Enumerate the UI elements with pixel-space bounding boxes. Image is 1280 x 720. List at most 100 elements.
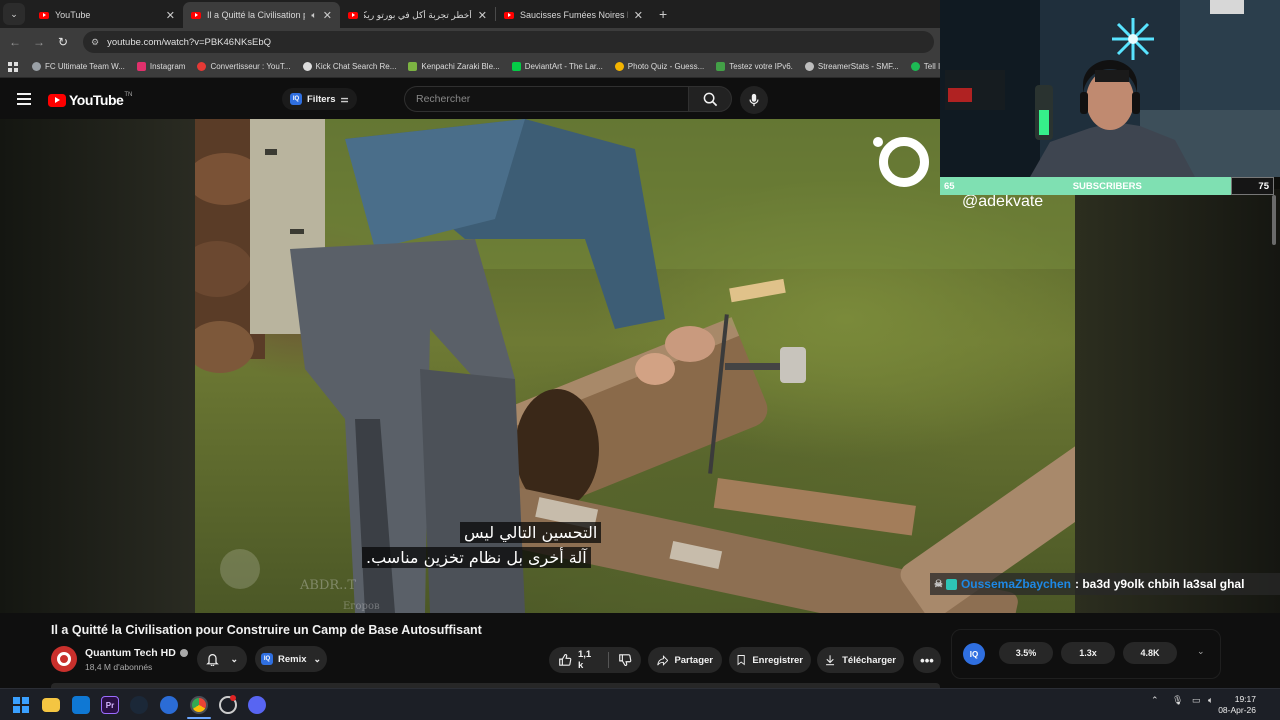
bookmark-label: Photo Quiz - Guess... (627, 62, 705, 71)
remix-button[interactable]: IQ Remix ⌄ (255, 646, 327, 672)
download-label: Télécharger (842, 654, 896, 666)
apps-grid-icon[interactable] (8, 61, 18, 72)
search-placeholder: Rechercher (416, 93, 471, 105)
premiere-pro-icon[interactable]: Pr (101, 696, 119, 714)
bookmark-ipv6[interactable]: Testez votre IPv6. (716, 62, 793, 71)
stat-pill-ratio: 1.3x (1061, 642, 1115, 664)
tray-volume-icon[interactable]: 🔈︎ (1208, 695, 1213, 706)
discord-icon[interactable] (248, 696, 266, 714)
close-tab-icon[interactable]: ✕ (478, 9, 487, 22)
chevron-down-icon[interactable]: ⌄ (1197, 646, 1205, 657)
thumbs-up-icon (559, 654, 572, 666)
url-field[interactable]: ⚙︎ youtube.com/watch?v=PBK46NKsEbQ (83, 31, 934, 53)
remix-label: Remix (278, 653, 307, 665)
steam-icon[interactable] (130, 696, 148, 714)
windows-start-icon[interactable] (13, 697, 29, 713)
browser-tab-saucisses[interactable]: Saucisses Fumées Noires Bushi ✕ (496, 2, 651, 28)
notification-bell-button[interactable]: ⌄ (197, 646, 247, 672)
site-settings-icon[interactable]: ⚙︎ (91, 37, 99, 48)
microphone-icon (749, 93, 759, 107)
system-clock[interactable]: 19:17 08-Apr-26 (1218, 694, 1256, 716)
browser-tab-youtube[interactable]: YouTube ✕ (31, 2, 183, 28)
hamburger-menu-icon[interactable] (17, 93, 31, 108)
bookmark-label: Instagram (149, 62, 186, 71)
subscriber-goal-bar: 65 SUBSCRIBERS 75 (940, 177, 1274, 195)
youtube-favicon-icon (191, 11, 201, 19)
chat-username: OussemaZbaychen (960, 577, 1072, 591)
youtube-favicon-icon (39, 11, 49, 19)
download-button[interactable]: Télécharger (817, 647, 904, 673)
speaker-audio-icon[interactable]: 🔈︎ (311, 10, 316, 21)
region-code: TN (124, 92, 133, 98)
save-button[interactable]: Enregistrer (729, 647, 811, 673)
youtube-logo[interactable]: YouTube TN (48, 92, 132, 108)
page-scrollbar-thumb[interactable] (1272, 195, 1276, 245)
stat-value: 4.8K (1140, 648, 1160, 658)
tab-search-chevron-icon[interactable]: ⌄ (3, 3, 25, 25)
channel-avatar[interactable] (51, 646, 77, 672)
voice-search-button[interactable] (740, 86, 768, 114)
bookmark-label: StreamerStats - SMF... (817, 62, 899, 71)
convert-icon (197, 62, 207, 71)
bookmark-photo-quiz[interactable]: Photo Quiz - Guess... (614, 62, 705, 71)
active-app-indicator (187, 717, 211, 719)
close-tab-icon[interactable]: ✕ (323, 9, 332, 22)
tray-display-icon[interactable]: ▭ (1192, 695, 1201, 706)
share-button[interactable]: Partager (648, 647, 722, 673)
channel-name-link[interactable]: Quantum Tech HD (85, 647, 188, 659)
forward-arrow-icon[interactable]: → (27, 35, 51, 49)
youtube-favicon-icon (504, 11, 514, 19)
svg-text:Егоров: Егоров (343, 601, 380, 612)
bookmark-tell-it[interactable]: Tell It (910, 62, 940, 71)
bookmark-streamerstats[interactable]: StreamerStats - SMF... (804, 62, 899, 71)
tab-title: Il a Quitté la Civilisation po (207, 10, 306, 20)
file-explorer-icon[interactable] (42, 698, 60, 712)
globe-icon (302, 62, 312, 71)
channel-q-watermark-icon (879, 137, 929, 187)
tray-microphone-icon[interactable]: 🎙︎ (1172, 695, 1183, 706)
bookmark-fc-ultimate[interactable]: FC Ultimate Team W... (32, 62, 125, 71)
clock-time: 19:17 (1234, 694, 1256, 704)
browser-tab-active-video[interactable]: Il a Quitté la Civilisation po 🔈︎ ✕ (183, 2, 340, 28)
url-text: youtube.com/watch?v=PBK46NKsEbQ (107, 36, 272, 48)
bookmark-label: Kick Chat Search Re... (315, 62, 397, 71)
verified-badge-icon (179, 649, 188, 657)
outlook-icon[interactable] (72, 696, 90, 714)
youtube-masthead: YouTube TN IQ Filters ⚌ Rechercher (0, 79, 940, 119)
deviantart-icon (511, 62, 521, 71)
close-tab-icon[interactable]: ✕ (166, 9, 175, 22)
video-blurred-left-edge (0, 119, 195, 613)
search-input[interactable]: Rechercher (404, 86, 689, 112)
tray-overflow-chevron-icon[interactable]: ⌃ (1151, 695, 1159, 706)
filters-label: Filters (307, 93, 336, 105)
subscriber-goal-remaining: 75 (1230, 177, 1274, 195)
new-tab-plus-icon[interactable]: + (659, 6, 667, 22)
bookmark-instagram[interactable]: Instagram (136, 62, 186, 71)
leaf-icon (408, 62, 418, 71)
like-dislike-group: 1,1 k (549, 647, 641, 673)
reload-icon[interactable]: ↻ (51, 35, 75, 49)
browser-tab-bar: ⌄ YouTube ✕ Il a Quitté la Civilisation … (0, 0, 940, 28)
bookmark-kenpachi[interactable]: Kenpachi Zaraki Ble... (408, 62, 500, 71)
skull-badge-icon: ☠ (934, 578, 943, 590)
bookmark-deviantart[interactable]: DeviantArt - The Lar... (511, 62, 603, 71)
thumbs-down-icon[interactable] (618, 653, 632, 667)
like-button[interactable]: 1,1 k (558, 649, 599, 671)
bookmark-convertisseur[interactable]: Convertisseur : YouT... (197, 62, 291, 71)
back-arrow-icon[interactable]: ← (3, 35, 27, 49)
watermark-dot (873, 137, 883, 147)
more-actions-button[interactable]: ••• (913, 647, 941, 673)
iq-extension-icon[interactable]: IQ (963, 643, 985, 665)
like-count: 1,1 k (577, 649, 592, 671)
app-blue-icon[interactable] (160, 696, 178, 714)
filters-button[interactable]: IQ Filters ⚌ (282, 88, 357, 110)
chrome-icon[interactable] (190, 696, 208, 714)
more-horizontal-icon: ••• (920, 652, 934, 668)
bookmark-kick-chat[interactable]: Kick Chat Search Re... (302, 62, 397, 71)
browser-tab-arabic[interactable]: أخطر تجربة أكل في بورتو ريكو.. ✕ (340, 2, 495, 28)
search-button[interactable] (688, 86, 732, 112)
svg-text:ABDR..T: ABDR..T (299, 578, 356, 593)
bookmarks-bar: FC Ultimate Team W... Instagram Converti… (0, 56, 940, 78)
bookmark-icon (737, 655, 745, 666)
close-tab-icon[interactable]: ✕ (634, 9, 643, 22)
